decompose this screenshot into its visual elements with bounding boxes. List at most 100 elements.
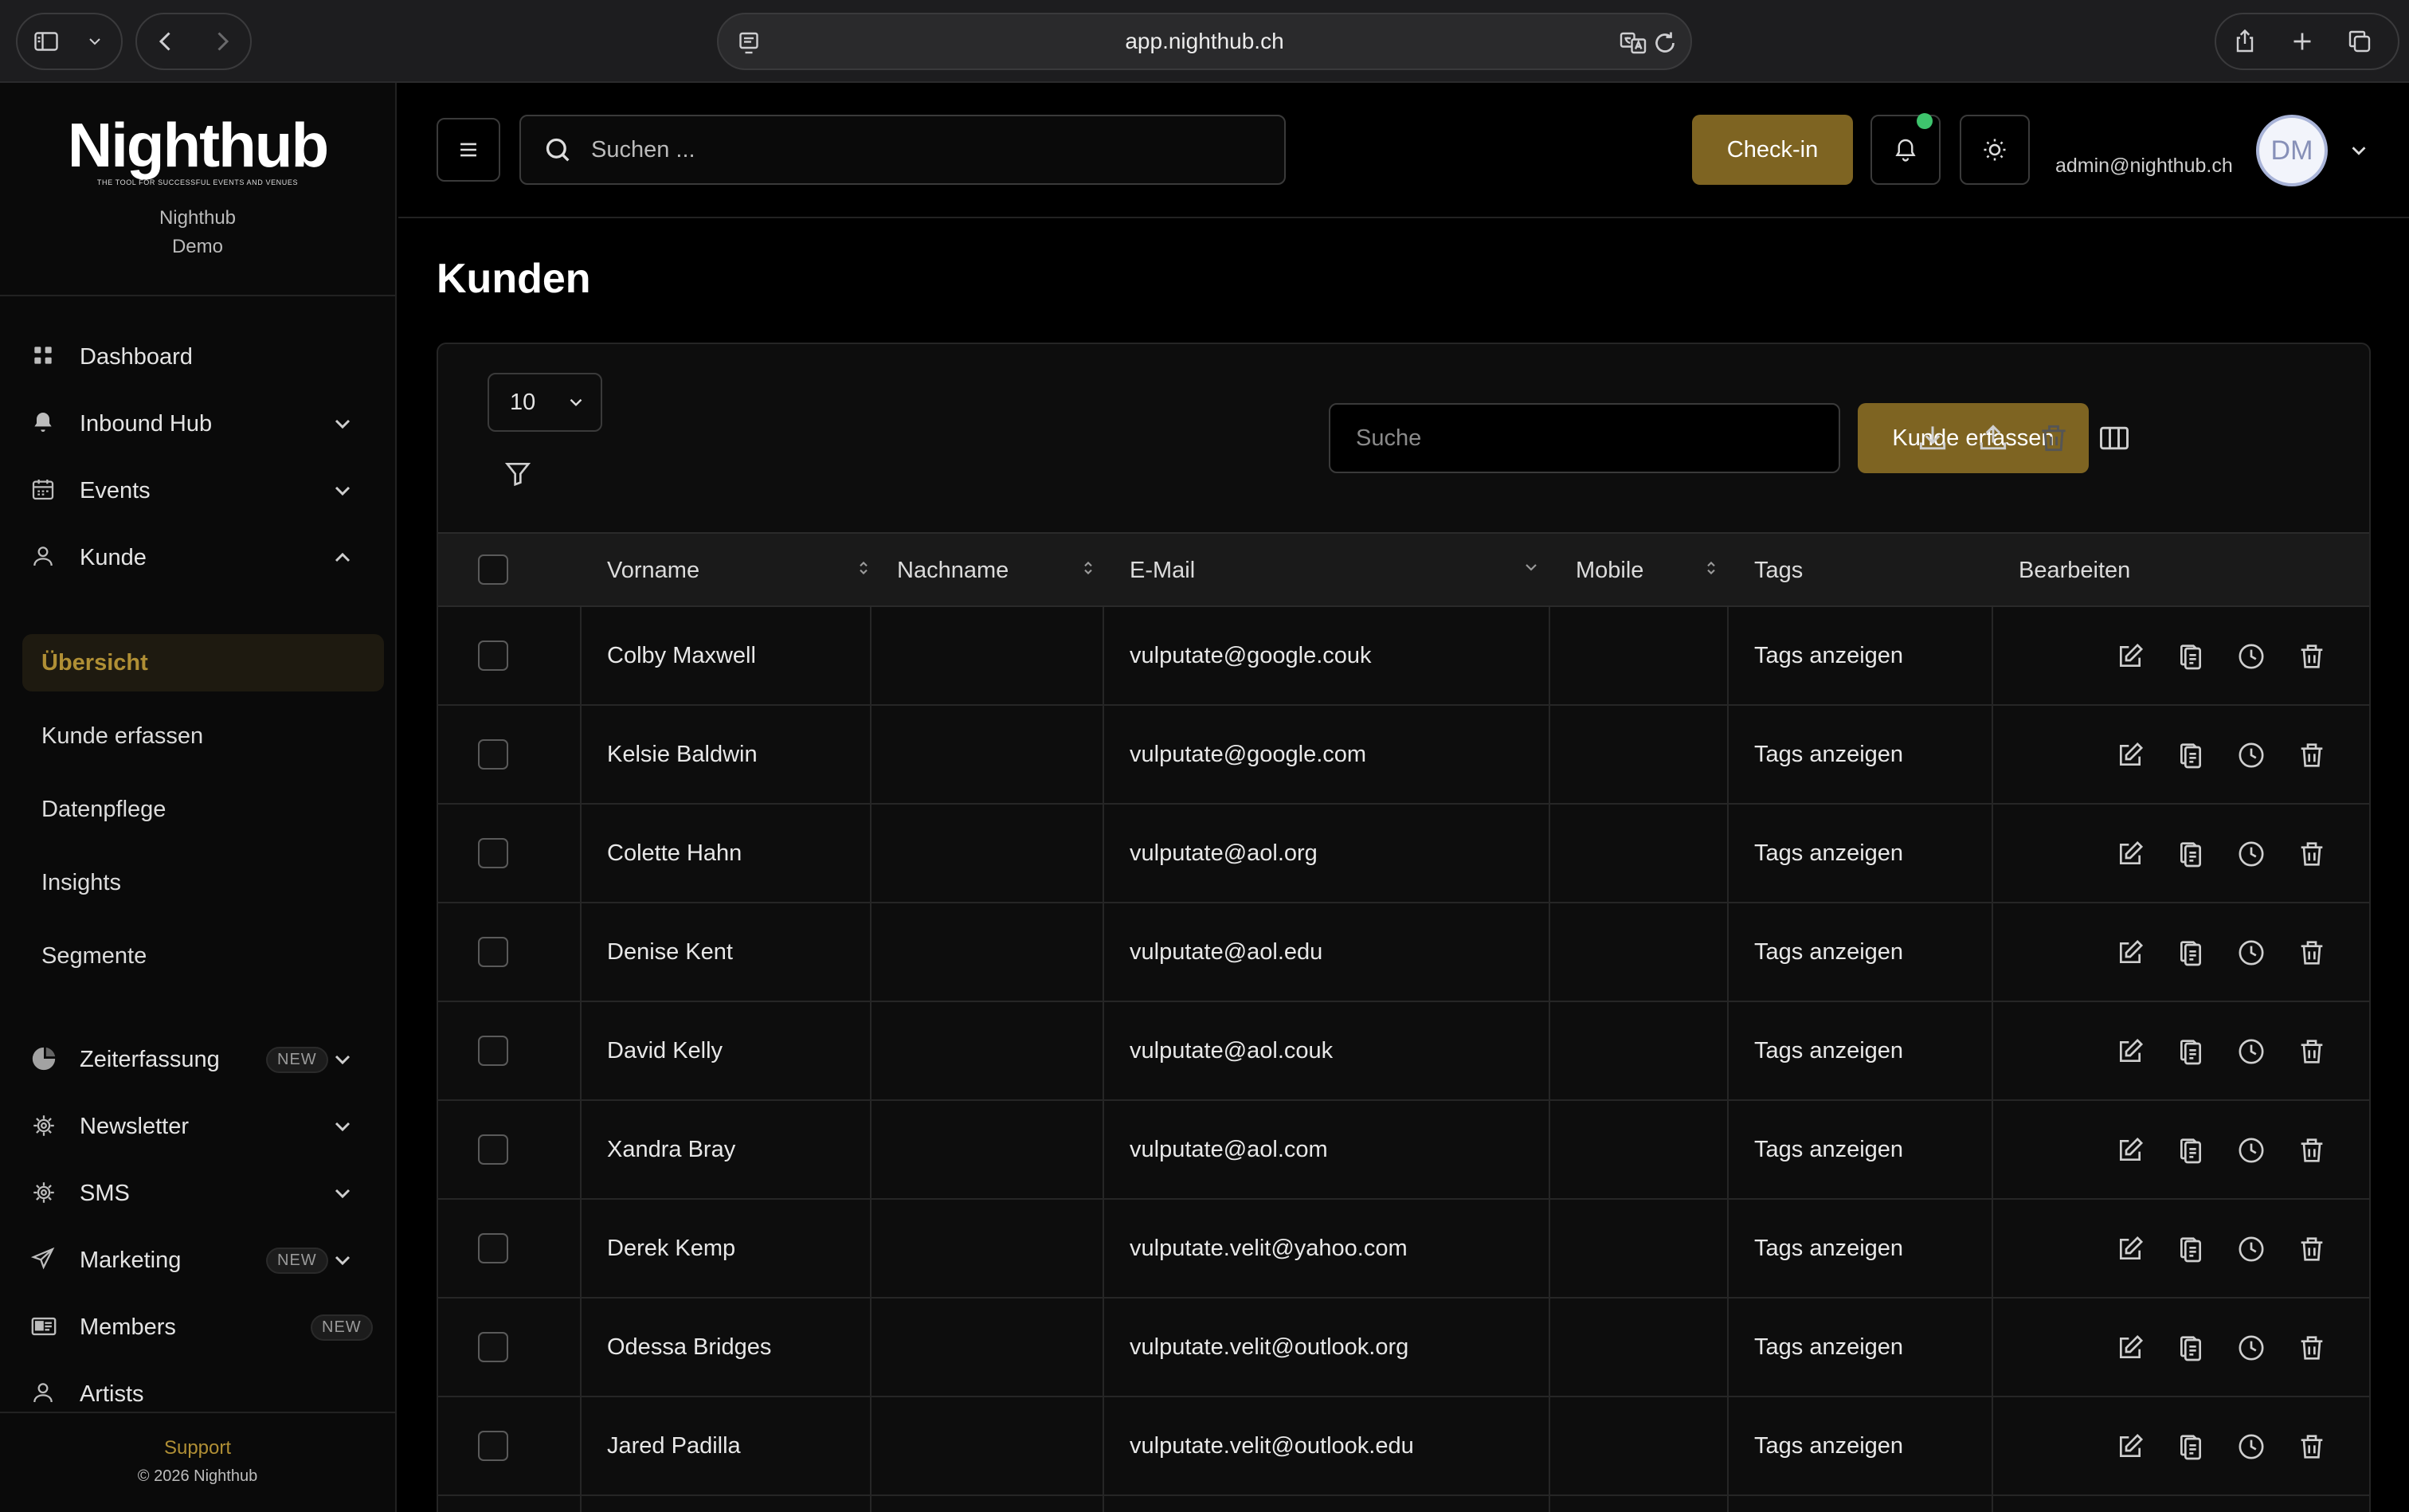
- table-search[interactable]: [1329, 403, 1840, 473]
- back-arrow-icon[interactable]: [137, 14, 194, 69]
- global-search[interactable]: [519, 115, 1286, 185]
- copy-icon[interactable]: [2175, 1233, 2207, 1265]
- trash-icon[interactable]: [2036, 421, 2071, 456]
- sidebar-subitem-datenpflege[interactable]: Datenpflege: [22, 781, 384, 838]
- history-clock-icon[interactable]: [2235, 640, 2267, 672]
- trash-icon[interactable]: [2296, 1431, 2328, 1463]
- copy-icon[interactable]: [2175, 838, 2207, 870]
- avatar[interactable]: DM: [2256, 115, 2328, 186]
- history-clock-icon[interactable]: [2235, 1134, 2267, 1166]
- row-checkbox[interactable]: [478, 838, 508, 868]
- select-all-checkbox[interactable]: [478, 554, 508, 585]
- show-tags-link[interactable]: Tags anzeigen: [1754, 1299, 1903, 1396]
- cell-vorname[interactable]: Denise Kent: [607, 903, 733, 1001]
- cell-vorname[interactable]: Derek Kemp: [607, 1200, 735, 1297]
- history-clock-icon[interactable]: [2235, 1036, 2267, 1067]
- column-header-vorname[interactable]: Vorname: [607, 534, 868, 607]
- cell-vorname[interactable]: David Kelly: [607, 1002, 723, 1099]
- sidebar-item-newsletter[interactable]: Newsletter: [0, 1101, 395, 1152]
- edit-icon[interactable]: [2114, 1332, 2146, 1364]
- edit-icon[interactable]: [2114, 937, 2146, 969]
- trash-icon[interactable]: [2296, 1134, 2328, 1166]
- translate-icon[interactable]: [1619, 29, 1647, 57]
- support-link[interactable]: Support: [0, 1437, 395, 1459]
- cell-vorname[interactable]: Odessa Bridges: [607, 1299, 771, 1396]
- page-size-select[interactable]: 10: [488, 373, 602, 432]
- check-in-button[interactable]: Check-in: [1692, 115, 1853, 185]
- history-clock-icon[interactable]: [2235, 1332, 2267, 1364]
- column-header-mobile[interactable]: Mobile: [1576, 534, 1715, 607]
- trash-icon[interactable]: [2296, 838, 2328, 870]
- row-checkbox[interactable]: [478, 937, 508, 967]
- new-tab-icon[interactable]: [2274, 14, 2331, 69]
- sidebar-item-members[interactable]: Members NEW: [0, 1302, 395, 1353]
- edit-icon[interactable]: [2114, 838, 2146, 870]
- trash-icon[interactable]: [2296, 1332, 2328, 1364]
- sidebar-item-events[interactable]: Events: [0, 465, 395, 516]
- show-tags-link[interactable]: Tags anzeigen: [1754, 1200, 1903, 1297]
- column-header-nachname[interactable]: Nachname: [897, 534, 1092, 607]
- sidebar-item-inbound-hub[interactable]: Inbound Hub: [0, 398, 395, 449]
- row-checkbox[interactable]: [478, 739, 508, 770]
- history-clock-icon[interactable]: [2235, 1431, 2267, 1463]
- trash-icon[interactable]: [2296, 1036, 2328, 1067]
- tab-overview-icon[interactable]: [2331, 14, 2388, 69]
- row-checkbox[interactable]: [478, 1431, 508, 1461]
- sidebar-toggle-group[interactable]: [16, 13, 123, 70]
- history-clock-icon[interactable]: [2235, 1233, 2267, 1265]
- history-clock-icon[interactable]: [2235, 937, 2267, 969]
- table-search-input[interactable]: [1356, 425, 1818, 452]
- row-checkbox[interactable]: [478, 1332, 508, 1362]
- copy-icon[interactable]: [2175, 640, 2207, 672]
- edit-icon[interactable]: [2114, 1233, 2146, 1265]
- show-tags-link[interactable]: Tags anzeigen: [1754, 903, 1903, 1001]
- sidebar-item-kunde[interactable]: Kunde: [0, 532, 395, 583]
- edit-icon[interactable]: [2114, 640, 2146, 672]
- sidebar-item-zeiterfassung[interactable]: Zeiterfassung NEW: [0, 1034, 395, 1085]
- logo[interactable]: Nighthub: [68, 113, 329, 177]
- page-settings-icon[interactable]: [734, 29, 763, 57]
- show-tags-link[interactable]: Tags anzeigen: [1754, 1002, 1903, 1099]
- sidebar-item-dashboard[interactable]: Dashboard: [0, 331, 395, 382]
- sidebar-subitem-segmente[interactable]: Segmente: [22, 927, 384, 985]
- forward-arrow-icon[interactable]: [194, 14, 250, 69]
- sidebar-item-sms[interactable]: SMS: [0, 1168, 395, 1219]
- upload-icon[interactable]: [1976, 421, 2011, 456]
- edit-icon[interactable]: [2114, 1134, 2146, 1166]
- show-tags-link[interactable]: Tags anzeigen: [1754, 607, 1903, 704]
- global-search-input[interactable]: [591, 136, 1244, 163]
- edit-icon[interactable]: [2114, 1036, 2146, 1067]
- sidebar-toggle-icon[interactable]: [18, 14, 75, 69]
- row-checkbox[interactable]: [478, 640, 508, 671]
- copy-icon[interactable]: [2175, 739, 2207, 771]
- copy-icon[interactable]: [2175, 937, 2207, 969]
- cell-vorname[interactable]: Colby Maxwell: [607, 607, 756, 704]
- chevron-down-icon[interactable]: [75, 14, 115, 69]
- row-checkbox[interactable]: [478, 1036, 508, 1066]
- copy-icon[interactable]: [2175, 1134, 2207, 1166]
- menu-button[interactable]: [437, 118, 500, 182]
- download-icon[interactable]: [1915, 421, 1950, 456]
- sidebar-subitem-uebersicht[interactable]: Übersicht: [22, 634, 384, 691]
- filter-icon[interactable]: [502, 457, 534, 489]
- cell-vorname[interactable]: Xandra Bray: [607, 1101, 735, 1198]
- history-clock-icon[interactable]: [2235, 739, 2267, 771]
- theme-toggle-button[interactable]: [1960, 115, 2030, 185]
- show-tags-link[interactable]: Tags anzeigen: [1754, 805, 1903, 902]
- reload-icon[interactable]: [1651, 29, 1679, 57]
- edit-icon[interactable]: [2114, 739, 2146, 771]
- trash-icon[interactable]: [2296, 640, 2328, 672]
- sidebar-item-marketing[interactable]: Marketing NEW: [0, 1235, 395, 1286]
- trash-icon[interactable]: [2296, 937, 2328, 969]
- sidebar-subitem-kunde-erfassen[interactable]: Kunde erfassen: [22, 707, 384, 765]
- copy-icon[interactable]: [2175, 1332, 2207, 1364]
- address-bar[interactable]: app.nighthub.ch: [717, 13, 1692, 70]
- row-checkbox[interactable]: [478, 1134, 508, 1165]
- show-tags-link[interactable]: Tags anzeigen: [1754, 1397, 1903, 1494]
- copy-icon[interactable]: [2175, 1431, 2207, 1463]
- show-tags-link[interactable]: Tags anzeigen: [1754, 706, 1903, 803]
- sidebar-subitem-insights[interactable]: Insights: [22, 854, 384, 911]
- trash-icon[interactable]: [2296, 739, 2328, 771]
- columns-icon[interactable]: [2097, 421, 2132, 456]
- trash-icon[interactable]: [2296, 1233, 2328, 1265]
